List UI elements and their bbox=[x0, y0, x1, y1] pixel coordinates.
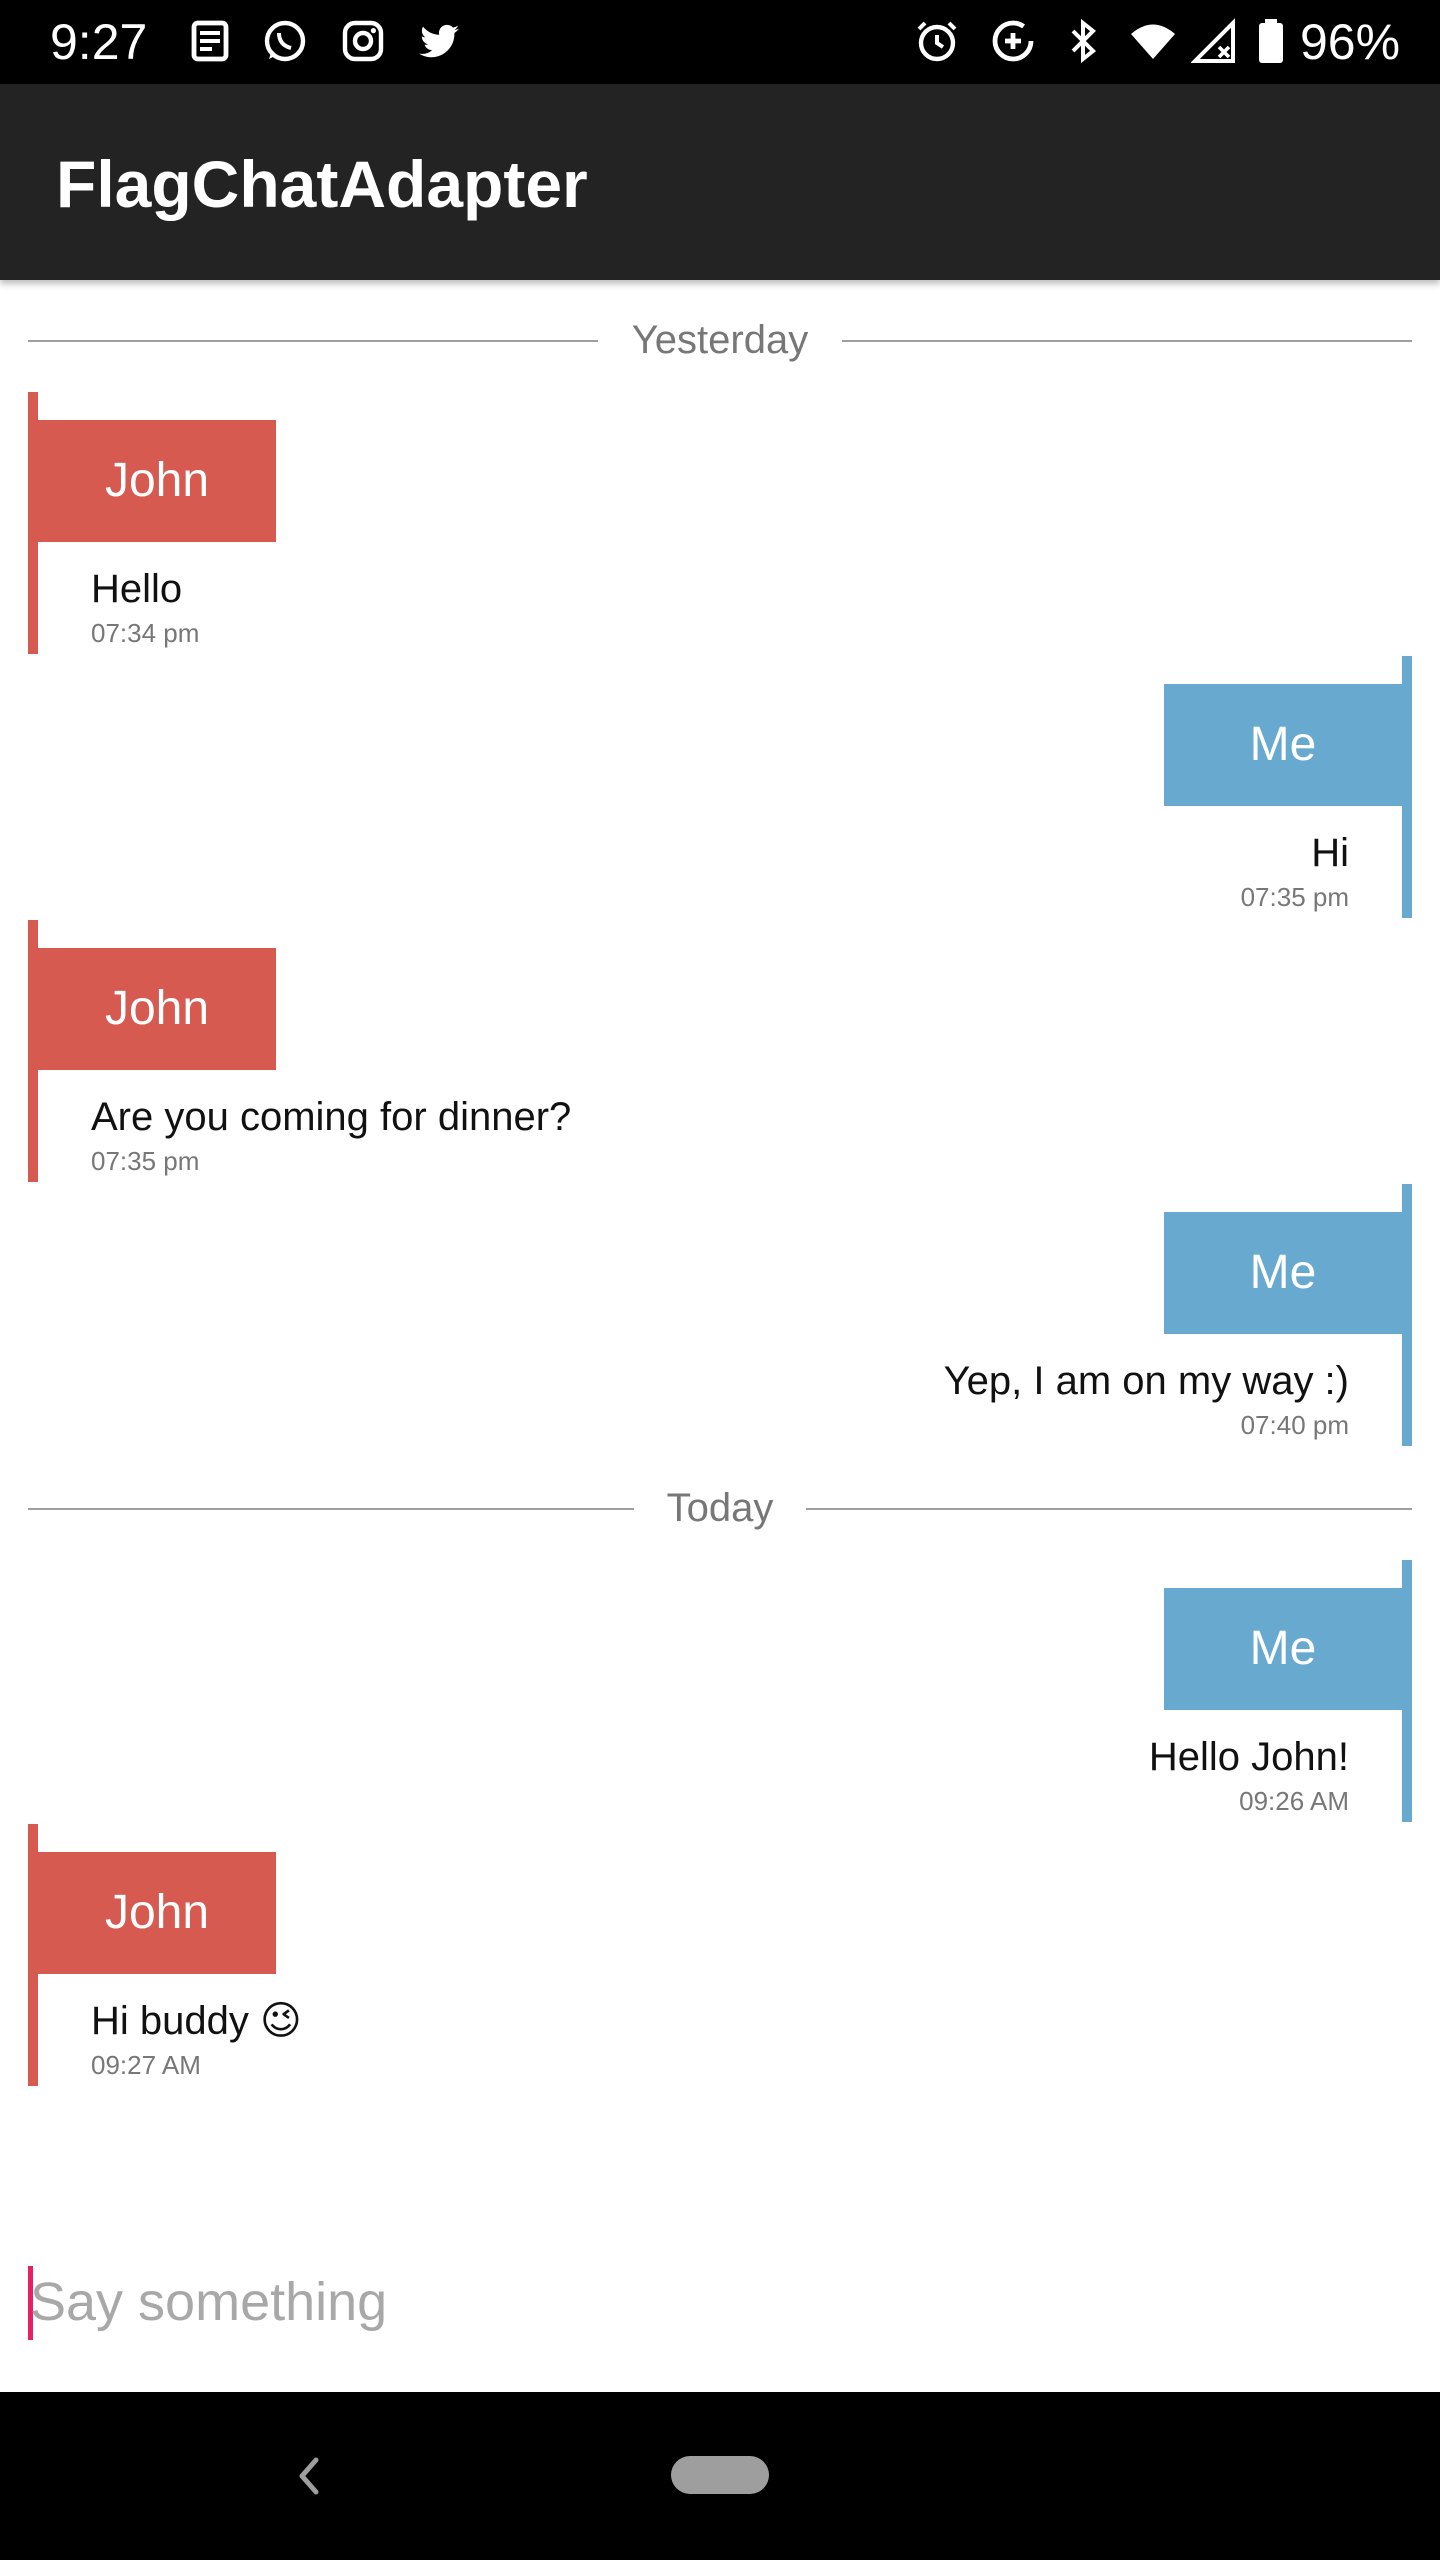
wifi-icon bbox=[1128, 16, 1178, 66]
message-text: Yep, I am on my way :) bbox=[943, 1359, 1349, 1403]
status-time: 9:27 bbox=[50, 14, 148, 70]
message-text: Hello John! bbox=[1148, 1735, 1349, 1779]
sender-flag: Me bbox=[1164, 1588, 1402, 1710]
sender-flag: Me bbox=[1164, 1212, 1402, 1334]
message-time: 09:27 AM bbox=[91, 2050, 201, 2080]
message-flag-pole bbox=[1402, 656, 1412, 918]
alarm-icon bbox=[912, 16, 962, 66]
message-time: 09:26 AM bbox=[1239, 1786, 1349, 1816]
whatsapp-icon bbox=[260, 16, 310, 66]
message-item[interactable]: Me Yep, I am on my way :) 07:40 pm bbox=[612, 1184, 1412, 1446]
news-icon bbox=[185, 16, 235, 66]
sender-flag: John bbox=[38, 948, 276, 1070]
message-input-area bbox=[28, 2262, 1412, 2342]
message-flag-pole bbox=[1402, 1184, 1412, 1446]
twitter-icon bbox=[414, 16, 464, 66]
message-item[interactable]: John Hi buddy 😉 09:27 AM bbox=[28, 1824, 828, 2086]
message-item[interactable]: Me Hi 07:35 pm bbox=[612, 656, 1412, 918]
message-text: Are you coming for dinner? bbox=[91, 1095, 572, 1139]
message-text: Hi bbox=[1311, 831, 1349, 875]
message-text: Hello bbox=[91, 567, 183, 611]
message-text: Hi buddy 😉 bbox=[91, 1999, 302, 2043]
message-input[interactable] bbox=[30, 2262, 1400, 2342]
message-time: 07:34 pm bbox=[91, 618, 200, 648]
battery-percentage: 96% bbox=[1300, 14, 1401, 70]
signal-icon bbox=[1190, 16, 1240, 66]
message-time: 07:40 pm bbox=[1240, 1410, 1349, 1440]
chat-list[interactable]: Yesterday John Hello 07:34 pm Me Hi 07:3… bbox=[0, 282, 1440, 2382]
message-flag-pole bbox=[28, 1824, 38, 2086]
date-separator-label: Today bbox=[666, 1486, 774, 1530]
instagram-icon bbox=[338, 16, 388, 66]
date-separator-yesterday: Yesterday bbox=[28, 310, 1412, 370]
message-time: 07:35 pm bbox=[91, 1146, 200, 1176]
app-bar: FlagChatAdapter bbox=[0, 84, 1440, 280]
date-separator-label: Yesterday bbox=[631, 318, 809, 362]
message-item[interactable]: John Hello 07:34 pm bbox=[28, 392, 828, 654]
date-separator-today: Today bbox=[28, 1478, 1412, 1538]
battery-icon bbox=[1246, 16, 1296, 66]
status-bar: 9:27 96% bbox=[0, 0, 1440, 84]
message-item[interactable]: Me Hello John! 09:26 AM bbox=[612, 1560, 1412, 1822]
sender-flag: John bbox=[38, 420, 276, 542]
back-icon[interactable] bbox=[280, 2446, 340, 2506]
message-flag-pole bbox=[1402, 1560, 1412, 1822]
sender-flag: Me bbox=[1164, 684, 1402, 806]
message-item[interactable]: John Are you coming for dinner? 07:35 pm bbox=[28, 920, 828, 1182]
message-flag-pole bbox=[28, 920, 38, 1182]
message-flag-pole bbox=[28, 392, 38, 654]
app-title: FlagChatAdapter bbox=[56, 147, 588, 221]
sender-flag: John bbox=[38, 1852, 276, 1974]
message-time: 07:35 pm bbox=[1240, 882, 1349, 912]
bluetooth-icon bbox=[1058, 16, 1108, 66]
data-saver-icon bbox=[988, 16, 1038, 66]
home-pill-icon[interactable] bbox=[671, 2456, 769, 2494]
